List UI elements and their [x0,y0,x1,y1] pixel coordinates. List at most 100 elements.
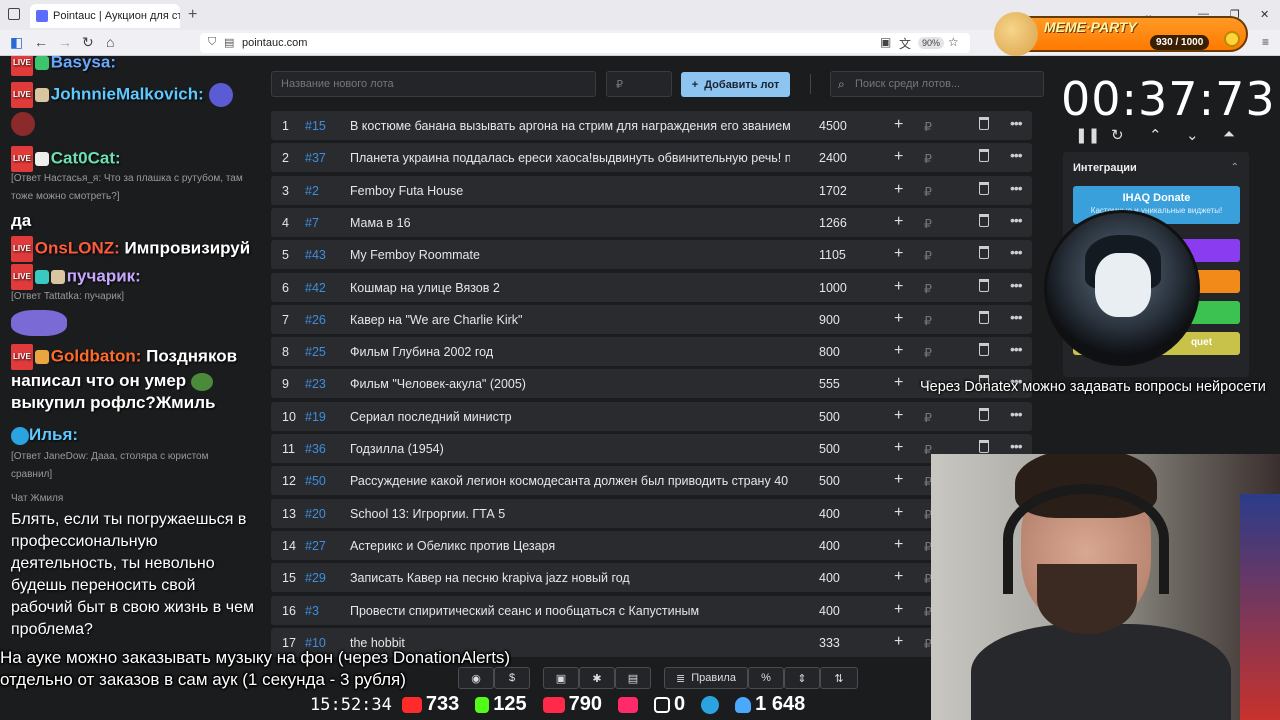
add-amount-icon[interactable]: + [894,374,903,392]
more-icon[interactable]: ••• [1010,341,1023,357]
add-amount-icon[interactable]: + [894,342,903,360]
lot-id[interactable]: #50 [305,474,326,488]
lot-name[interactable]: Планета украина поддалась ереси хаоса!вы… [350,151,790,165]
lot-row[interactable]: 3 #2 Femboy Futa House 1702 + ₽ ••• [271,175,1032,205]
lot-id[interactable]: #15 [305,119,326,133]
add-amount-icon[interactable]: + [894,407,903,425]
lot-name[interactable]: Записать Кавер на песню krapiva jazz нов… [350,571,790,585]
lot-id[interactable]: #2 [305,184,319,198]
add-amount-icon[interactable]: + [894,471,903,489]
pause-icon[interactable]: ❚❚ [1075,126,1100,144]
ruble-input[interactable]: ₽ [924,410,932,425]
sort-icon[interactable]: ⇅ [820,667,858,689]
trash-icon[interactable] [979,440,989,453]
lot-name[interactable]: Кошмар на улице Вязов 2 [350,281,790,295]
lot-row[interactable]: 6 #42 Кошмар на улице Вязов 2 1000 + ₽ ••• [271,272,1032,302]
close-window-icon[interactable]: ✕ [1260,8,1269,21]
ruble-input[interactable]: ₽ [924,248,932,263]
translate-icon[interactable]: 文 [899,35,911,52]
more-icon[interactable]: ••• [1010,212,1023,228]
tab-list-icon[interactable] [8,8,20,20]
more-icon[interactable]: ••• [1010,147,1023,163]
lot-id[interactable]: #19 [305,410,326,424]
more-icon[interactable]: ••• [1010,406,1023,422]
more-icon[interactable]: ••• [1010,180,1023,196]
new-lot-input[interactable]: Название нового лота [271,71,596,97]
save-icon[interactable]: ▣ [543,667,579,689]
lot-id[interactable]: #37 [305,151,326,165]
lot-row[interactable]: 8 #25 Фильм Глубина 2002 год 800 + ₽ ••• [271,337,1032,367]
lot-row[interactable]: 11 #36 Годзилла (1954) 500 + ₽ ••• [271,434,1032,463]
trash-icon[interactable] [979,310,989,324]
lot-name[interactable]: Фильм "Человек-акула" (2005) [350,377,790,391]
double-up-icon[interactable]: ⏶ [1223,126,1235,143]
chevron-up-icon[interactable]: ⌃ [1149,126,1162,144]
lot-name[interactable]: Провести спиритический сеанс и пообщатьс… [350,604,790,618]
trash-icon[interactable] [979,407,989,421]
add-amount-icon[interactable]: + [894,213,903,231]
add-amount-icon[interactable]: + [894,181,903,199]
lot-row[interactable]: 14 #27 Астерикс и Обеликс против Цезаря 400… [271,530,1032,560]
zoom-level[interactable]: 90% [918,37,945,49]
ruble-input[interactable]: ₽ [924,151,932,166]
lot-id[interactable]: #3 [305,604,319,618]
add-amount-icon[interactable]: + [894,504,903,522]
lot-row[interactable]: 5 #43 My Femboy Roommate 1105 + ₽ ••• [271,240,1032,270]
lot-id[interactable]: #23 [305,377,326,391]
ruble-input[interactable]: ₽ [924,313,932,328]
reader-icon[interactable]: ▣ [880,35,891,49]
lot-name[interactable]: Астерикс и Обеликс против Цезаря [350,539,790,553]
bookmark-star-icon[interactable]: ☆ [948,35,959,49]
github-icon[interactable]: ◉ [458,667,494,689]
chevron-down-icon[interactable]: ⌄ [1186,126,1199,144]
more-icon[interactable]: ••• [1010,115,1023,131]
lot-name[interactable]: My Femboy Roommate [350,248,790,262]
add-amount-icon[interactable]: + [894,278,903,296]
lot-row[interactable]: 2 #37 Планета украина поддалась ереси хаос… [271,143,1032,173]
more-icon[interactable]: ••• [1010,309,1023,325]
lot-name[interactable]: Femboy Futa House [350,184,790,198]
home-icon[interactable]: ⌂ [106,34,114,50]
lot-row[interactable]: 13#20School 13: Игроргии. ГТА 5400+₽••• [271,498,1032,528]
lot-id[interactable]: #36 [305,442,326,456]
lot-name[interactable]: В костюме банана вызывать аргона на стри… [350,119,790,133]
percent-button[interactable]: % [748,667,784,689]
rules-button[interactable]: ≣ Правила [664,667,748,689]
lot-name[interactable]: Кавер на "We are Charlie Kirk" [350,313,790,327]
lot-row[interactable]: 10 #19 Сериал последний министр 500 + ₽ ••• [271,401,1032,431]
lot-row[interactable]: 9 #23 Фильм "Человек-акула" (2005) 555 + ₽ ••• [271,369,1032,399]
lot-id[interactable]: #43 [305,248,326,262]
add-amount-icon[interactable]: + [894,439,903,457]
trash-icon[interactable] [979,213,989,227]
lot-name[interactable]: Фильм Глубина 2002 год [350,345,790,359]
add-amount-icon[interactable]: + [894,148,903,166]
ruble-input[interactable]: ₽ [924,119,932,134]
lot-row[interactable]: 7 #26 Кавер на "We are Charlie Kirk" 900 + ₽ •… [271,304,1032,334]
add-amount-icon[interactable]: + [894,601,903,619]
add-amount-icon[interactable]: + [894,536,903,554]
trash-icon[interactable] [979,117,989,130]
more-icon[interactable]: ••• [1010,277,1023,293]
ruble-input[interactable]: ₽ [924,281,932,296]
lot-name[interactable]: School 13: Игроргии. ГТА 5 [350,507,790,521]
add-amount-icon[interactable]: + [894,310,903,328]
trash-icon[interactable] [979,181,989,195]
search-input[interactable]: ⌕ Поиск среди лотов... [830,71,1044,97]
shield-icon[interactable]: ⛉ [208,36,216,49]
lot-id[interactable]: #27 [305,539,326,553]
lot-name[interactable]: Годзилла (1954) [350,442,790,456]
ruble-input[interactable]: ₽ [924,345,932,360]
more-icon[interactable]: ••• [1010,244,1023,260]
lot-name[interactable]: Рассуждение какой легион космодесанта до… [350,474,790,488]
lot-row[interactable]: 12 #50 Рассуждение какой легион космодесан… [271,466,1032,496]
add-amount-icon[interactable]: + [894,245,903,263]
browser-tab[interactable]: Pointauc | Аукцион для стриме ✕ [30,4,180,28]
price-input[interactable]: ₽ [606,71,672,97]
dollar-icon[interactable]: $ [494,667,530,689]
chevron-up-icon[interactable]: ⌃ [1231,162,1239,173]
trash-icon[interactable] [979,278,989,292]
more-icon[interactable]: ••• [1010,438,1023,454]
lock-icon[interactable]: ▤ [224,36,234,49]
lot-id[interactable]: #7 [305,216,319,230]
reset-icon[interactable]: ↻ [1111,126,1124,144]
